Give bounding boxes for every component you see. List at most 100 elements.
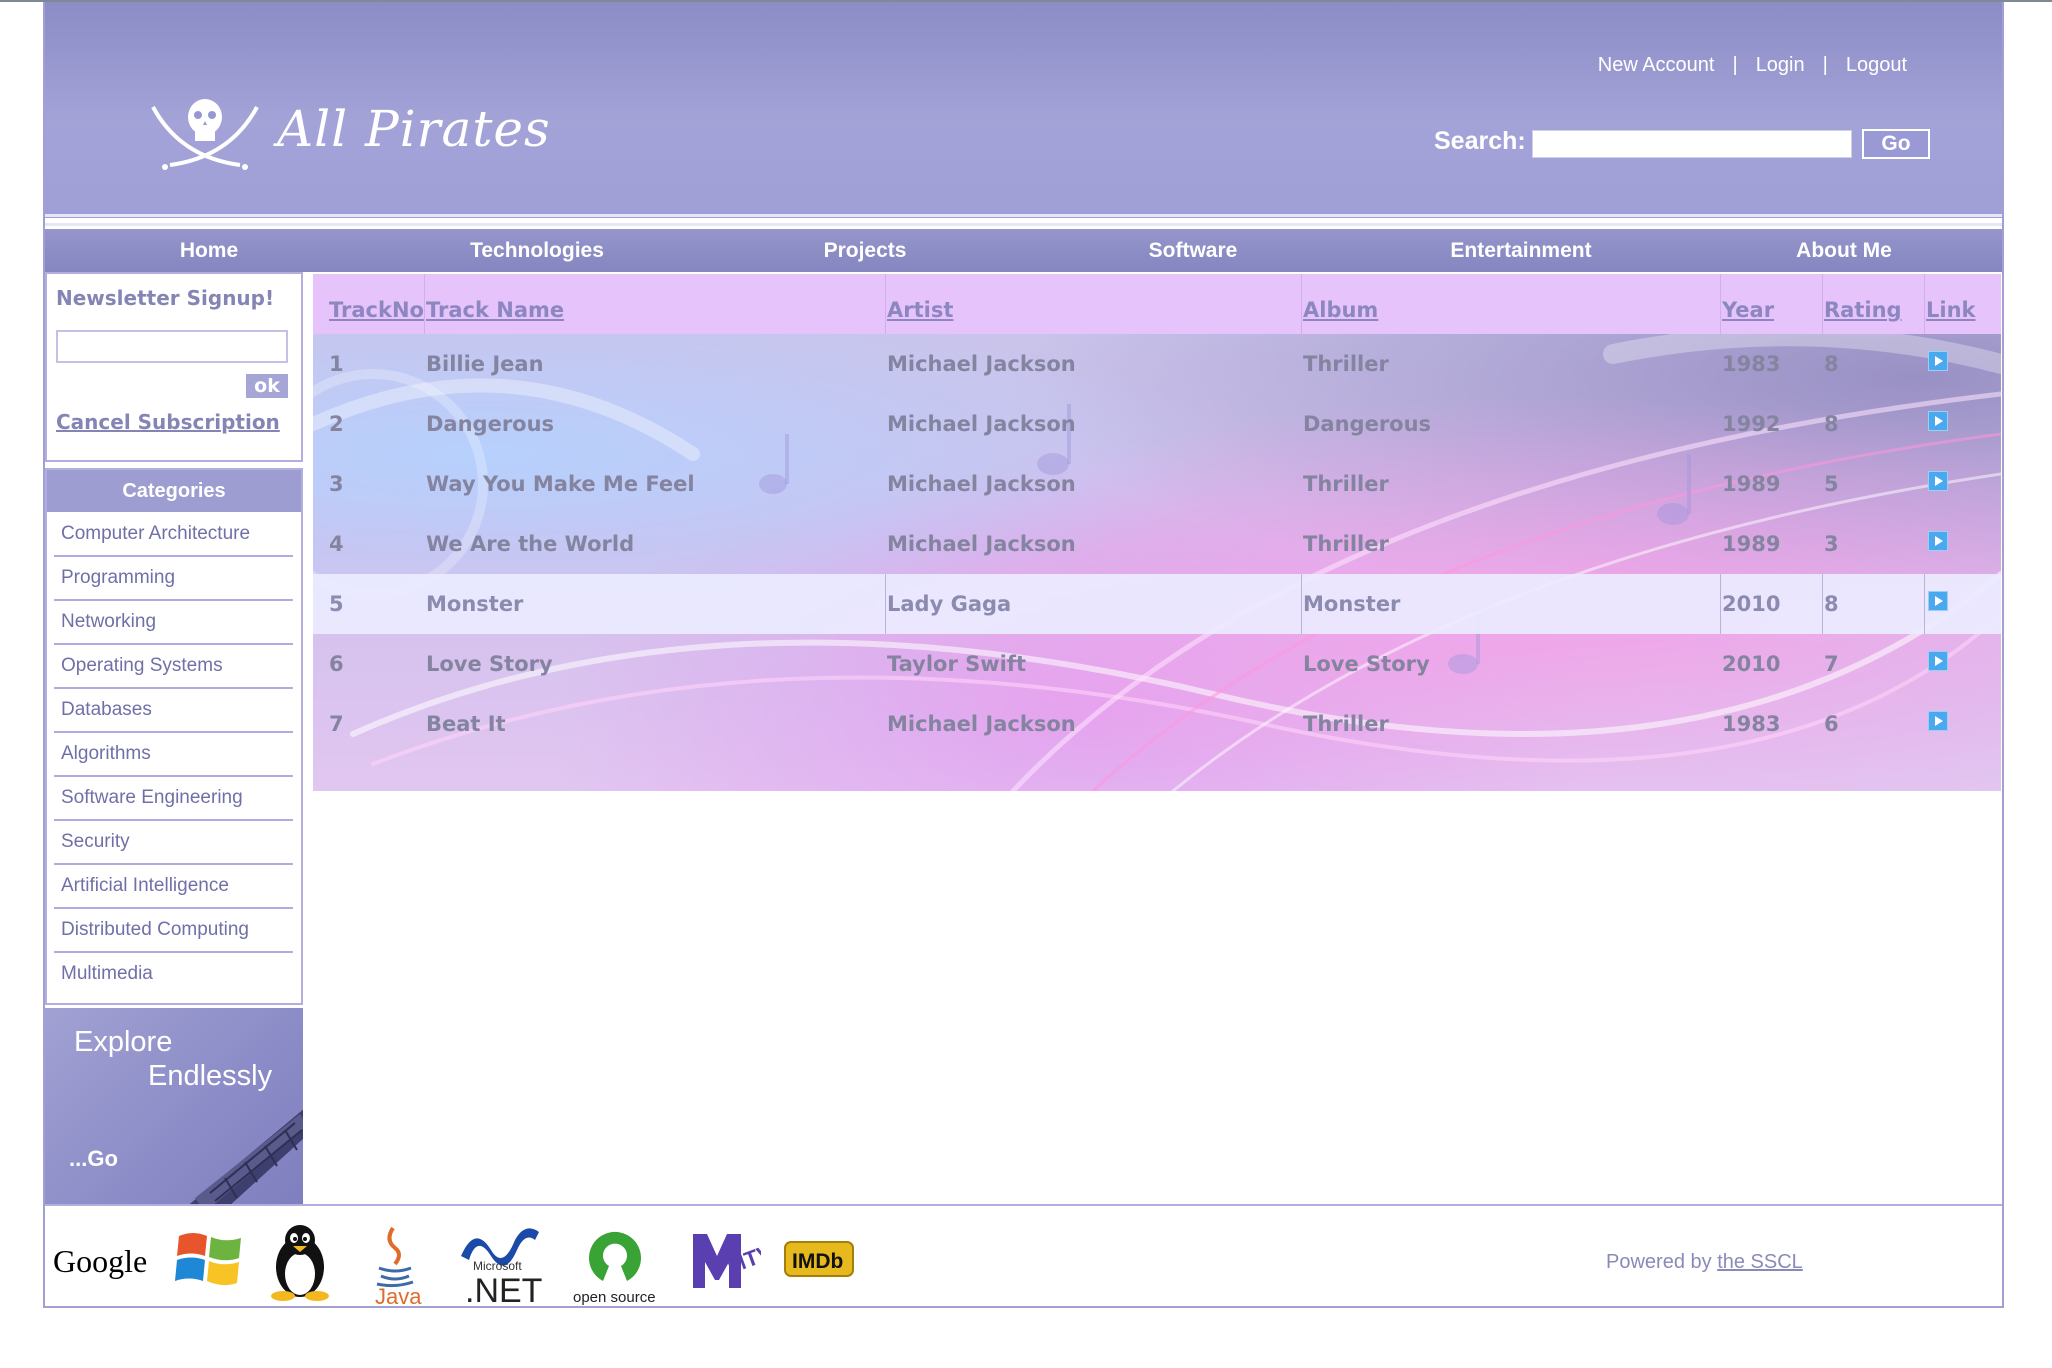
table-row[interactable]: 7 Beat It Michael Jackson Thriller 1983 …: [313, 694, 2001, 754]
column-divider: [885, 574, 886, 634]
cell-trackno: 3: [329, 472, 344, 496]
cell-year: 2010: [1722, 652, 1781, 676]
explore-subtitle: Endlessly: [148, 1060, 273, 1092]
cell-track-name: Love Story: [426, 652, 553, 676]
explore-banner[interactable]: Explore Endlessly ...Go: [45, 1008, 303, 1204]
windows-logo-icon[interactable]: [175, 1226, 247, 1296]
play-icon[interactable]: [1928, 711, 1948, 731]
cell-track-name: We Are the World: [426, 532, 635, 556]
pirate-logo-icon[interactable]: [145, 87, 265, 177]
play-icon[interactable]: [1928, 531, 1948, 551]
site-container: All Pirates New Account | Login | Logout Sea…: [43, 2, 2004, 1310]
explore-go-link[interactable]: ...Go: [69, 1146, 118, 1172]
cell-artist: Lady Gaga: [887, 592, 1012, 616]
nav-home[interactable]: Home: [89, 229, 329, 272]
category-item[interactable]: Algorithms: [54, 733, 293, 777]
column-header-track-name[interactable]: Track Name: [426, 298, 564, 322]
cell-album: Monster: [1303, 592, 1401, 616]
categories-title: Categories: [47, 470, 301, 512]
site-header: All Pirates New Account | Login | Logout Sea…: [45, 2, 2002, 226]
java-logo-text: Java: [375, 1284, 422, 1306]
cell-trackno: 2: [329, 412, 344, 436]
category-item[interactable]: Artificial Intelligence: [54, 865, 293, 909]
sscl-link[interactable]: the SSCL: [1717, 1251, 1803, 1273]
cell-rating: 3: [1824, 532, 1839, 556]
category-item[interactable]: Software Engineering: [54, 777, 293, 821]
search-label: Search:: [1434, 127, 1526, 155]
powered-by-label: Powered by: [1606, 1251, 1712, 1273]
site-footer: Google Java Microsoft .NET open source M…: [45, 1204, 2002, 1310]
play-icon[interactable]: [1928, 651, 1948, 671]
category-item[interactable]: Multimedia: [54, 953, 293, 997]
header-divider: [45, 214, 2002, 217]
cell-album: Love Story: [1303, 652, 1430, 676]
newsletter-email-input[interactable]: [56, 330, 288, 363]
cell-track-name: Billie Jean: [426, 352, 544, 376]
login-link[interactable]: Login: [1756, 54, 1805, 76]
mtv-logo-icon[interactable]: MTV: [689, 1228, 776, 1296]
new-account-link[interactable]: New Account: [1598, 54, 1715, 76]
cell-album: Thriller: [1303, 472, 1389, 496]
category-item[interactable]: Databases: [54, 689, 293, 733]
category-item[interactable]: Distributed Computing: [54, 909, 293, 953]
column-divider: [1720, 574, 1721, 634]
table-row-highlighted[interactable]: 5 Monster Lady Gaga Monster 2010 8: [313, 574, 2001, 634]
newsletter-ok-button[interactable]: ok: [246, 374, 288, 398]
cell-trackno: 4: [329, 532, 344, 556]
table-row[interactable]: 3 Way You Make Me Feel Michael Jackson T…: [313, 454, 2001, 514]
column-header-rating[interactable]: Rating: [1824, 298, 1902, 322]
table-row[interactable]: 6 Love Story Taylor Swift Love Story 201…: [313, 634, 2001, 694]
table-header-row: TrackNo Track Name Artist Album Year Rat…: [313, 274, 2001, 334]
column-header-year[interactable]: Year: [1722, 298, 1774, 322]
column-header-album[interactable]: Album: [1303, 298, 1378, 322]
cell-rating: 8: [1824, 412, 1839, 436]
category-item[interactable]: Computer Architecture: [54, 513, 293, 557]
column-header-trackno[interactable]: TrackNo: [329, 298, 424, 322]
category-item[interactable]: Security: [54, 821, 293, 865]
java-logo-icon[interactable]: Java: [365, 1222, 425, 1310]
column-divider: [1301, 274, 1302, 334]
column-header-link[interactable]: Link: [1926, 298, 1976, 322]
google-logo-icon[interactable]: Google: [53, 1240, 153, 1288]
play-icon[interactable]: [1928, 411, 1948, 431]
nav-entertainment[interactable]: Entertainment: [1401, 229, 1641, 272]
table-row[interactable]: 2 Dangerous Michael Jackson Dangerous 19…: [313, 394, 2001, 454]
play-icon[interactable]: [1928, 471, 1948, 491]
nav-technologies[interactable]: Technologies: [417, 229, 657, 272]
logout-link[interactable]: Logout: [1846, 54, 1907, 76]
microsoft-logo-text: Microsoft: [473, 1259, 522, 1273]
table-row[interactable]: 1 Billie Jean Michael Jackson Thriller 1…: [313, 334, 2001, 394]
nav-projects[interactable]: Projects: [745, 229, 985, 272]
category-item[interactable]: Programming: [54, 557, 293, 601]
search-input[interactable]: [1532, 130, 1852, 158]
cell-track-name: Monster: [426, 592, 524, 616]
search-go-button[interactable]: Go: [1862, 129, 1930, 159]
cell-year: 1992: [1722, 412, 1781, 436]
cell-artist: Michael Jackson: [887, 352, 1076, 376]
table-row[interactable]: 4 We Are the World Michael Jackson Thril…: [313, 514, 2001, 574]
nav-about-me[interactable]: About Me: [1724, 229, 1964, 272]
cell-trackno: 5: [329, 592, 344, 616]
imdb-logo-icon[interactable]: IMDb: [783, 1240, 855, 1284]
cell-rating: 7: [1824, 652, 1839, 676]
imdb-logo-text: IMDb: [792, 1250, 843, 1273]
cell-artist: Taylor Swift: [887, 652, 1027, 676]
site-logo-text[interactable]: All Pirates: [277, 100, 551, 158]
cell-year: 1989: [1722, 532, 1781, 556]
categories-panel: Categories Computer Architecture Program…: [45, 468, 303, 1005]
open-source-logo-text: open source: [573, 1289, 656, 1306]
open-source-logo-icon[interactable]: open source: [565, 1226, 665, 1310]
dotnet-logo-icon[interactable]: Microsoft .NET: [455, 1220, 547, 1312]
category-item[interactable]: Operating Systems: [54, 645, 293, 689]
play-icon[interactable]: [1928, 351, 1948, 371]
play-icon[interactable]: [1928, 591, 1948, 611]
linux-tux-icon[interactable]: [265, 1222, 335, 1306]
cell-year: 1989: [1722, 472, 1781, 496]
cell-album: Dangerous: [1303, 412, 1432, 436]
cancel-subscription-link[interactable]: Cancel Subscription: [56, 410, 280, 434]
nav-software[interactable]: Software: [1073, 229, 1313, 272]
column-header-artist[interactable]: Artist: [887, 298, 953, 322]
category-item[interactable]: Networking: [54, 601, 293, 645]
account-links: New Account | Login | Logout: [1598, 54, 1907, 77]
cell-artist: Michael Jackson: [887, 712, 1076, 736]
